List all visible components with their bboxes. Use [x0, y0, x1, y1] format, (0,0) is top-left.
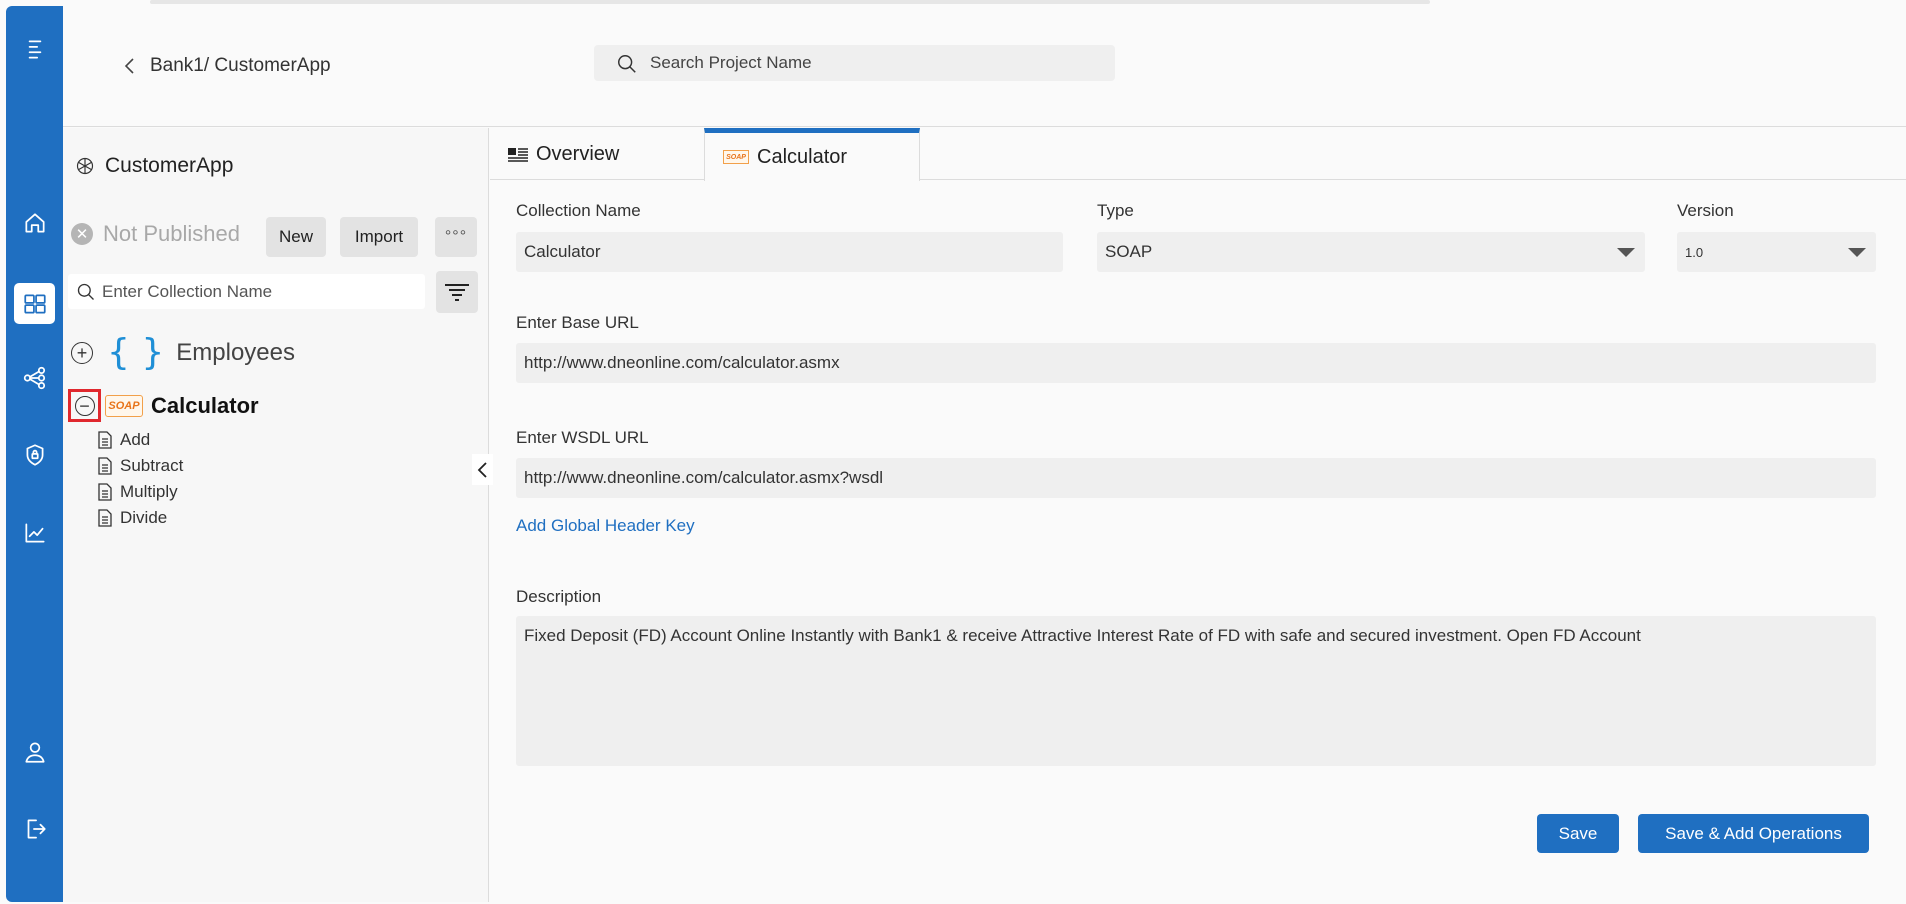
version-select[interactable]: 1.0: [1677, 232, 1876, 272]
soap-badge-icon: SOAP: [723, 150, 749, 164]
base-url-label: Enter Base URL: [516, 313, 639, 332]
share-icon[interactable]: [14, 357, 55, 398]
publish-status-text: Not Published: [103, 221, 240, 246]
project-cube-icon: [76, 157, 94, 175]
dashboard-icon[interactable]: [14, 283, 55, 324]
operation-label: Add: [120, 430, 151, 449]
tab-label: Calculator: [757, 145, 848, 168]
operation-item[interactable]: Divide: [98, 508, 167, 528]
type-select[interactable]: SOAP: [1097, 232, 1645, 272]
collection-employees[interactable]: + { } Employees: [71, 335, 295, 371]
collection-search-input[interactable]: [102, 274, 417, 309]
collection-name-field[interactable]: Calculator: [516, 232, 1063, 272]
home-icon[interactable]: [14, 202, 55, 243]
description-label: Description: [516, 587, 602, 606]
wsdl-url-label: Enter WSDL URL: [516, 428, 649, 447]
save-add-operations-button[interactable]: Save & Add Operations: [1638, 814, 1869, 853]
collection-name-label: Collection Name: [516, 201, 641, 220]
tab-label: Overview: [536, 143, 620, 165]
collapse-panel-button[interactable]: [472, 454, 493, 485]
wsdl-url-field[interactable]: http://www.dneonline.com/calculator.asmx…: [516, 458, 1876, 498]
back-chevron-icon[interactable]: [120, 56, 140, 76]
version-label: Version: [1677, 201, 1734, 220]
version-value: 1.0: [1685, 244, 1704, 260]
save-button[interactable]: Save: [1537, 814, 1619, 853]
operation-item[interactable]: Multiply: [98, 482, 178, 502]
operation-item[interactable]: Add: [98, 430, 150, 450]
app-frame: Bank1/ CustomerApp CustomerApp ✕ Not Pub…: [0, 0, 1906, 904]
operation-label: Multiply: [120, 482, 178, 501]
filter-button[interactable]: [436, 271, 478, 313]
tab-calculator[interactable]: SOAP Calculator: [704, 128, 920, 181]
collection-label[interactable]: Employees: [176, 339, 295, 367]
tab-bar: Overview SOAP Calculator: [490, 128, 1906, 181]
chevron-down-icon: [1617, 248, 1635, 257]
menu-icon[interactable]: [14, 28, 55, 69]
shield-icon[interactable]: [14, 434, 55, 475]
import-button[interactable]: Import: [340, 217, 418, 257]
operation-label: Subtract: [120, 456, 184, 475]
project-title: CustomerApp: [75, 154, 233, 178]
document-icon: [98, 431, 112, 449]
filter-icon: [445, 284, 469, 301]
collection-label[interactable]: Calculator: [151, 393, 259, 419]
document-icon: [98, 509, 112, 527]
not-published-icon: ✕: [71, 223, 93, 245]
chart-icon[interactable]: [14, 512, 55, 553]
operation-label: Divide: [120, 508, 168, 527]
chevron-left-icon: [477, 461, 487, 478]
search-icon: [77, 283, 94, 300]
type-value: SOAP: [1105, 242, 1153, 261]
soap-badge-icon: SOAP: [105, 394, 143, 417]
publish-status: ✕ Not Published: [71, 221, 240, 247]
document-icon: [98, 483, 112, 501]
collapse-minus-icon[interactable]: −: [74, 395, 95, 416]
collections-panel: CustomerApp ✕ Not Published New Import °…: [63, 128, 489, 902]
tab-overview[interactable]: Overview: [490, 128, 704, 181]
highlight-box: −: [68, 389, 101, 422]
collection-calculator[interactable]: − SOAP Calculator: [68, 389, 259, 422]
overview-icon: [508, 147, 528, 162]
new-button[interactable]: New: [266, 217, 326, 257]
document-icon: [98, 457, 112, 475]
search-icon: [618, 55, 636, 73]
description-field[interactable]: Fixed Deposit (FD) Account Online Instan…: [516, 616, 1876, 766]
base-url-field[interactable]: http://www.dneonline.com/calculator.asmx: [516, 343, 1876, 383]
chevron-down-icon: [1848, 248, 1866, 257]
add-global-header-link[interactable]: Add Global Header Key: [516, 516, 695, 536]
collection-search: [68, 274, 425, 309]
type-label: Type: [1097, 201, 1134, 220]
more-options-button[interactable]: °°°: [435, 217, 477, 257]
nav-rail: [6, 6, 63, 902]
project-search: [594, 45, 1115, 81]
breadcrumb[interactable]: Bank1/ CustomerApp: [150, 55, 331, 77]
operation-item[interactable]: Subtract: [98, 456, 183, 476]
logout-icon[interactable]: [14, 808, 55, 849]
project-name: CustomerApp: [105, 154, 234, 177]
expand-plus-icon[interactable]: +: [71, 342, 93, 364]
project-search-input[interactable]: [650, 45, 1100, 81]
browser-scroll-strip: [150, 0, 1430, 4]
rest-braces-icon: { }: [107, 332, 165, 373]
user-icon[interactable]: [14, 731, 55, 772]
